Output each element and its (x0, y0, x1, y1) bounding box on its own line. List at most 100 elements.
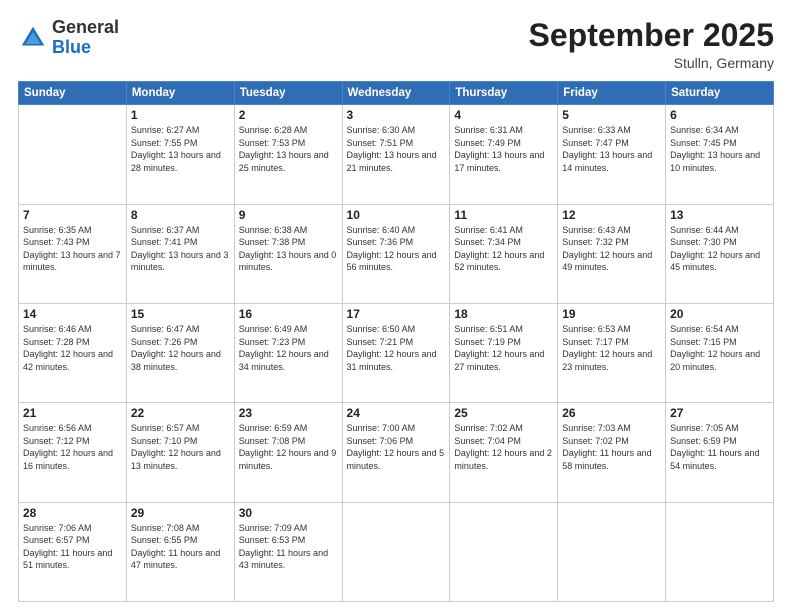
logo-blue: Blue (52, 37, 91, 57)
day-number: 13 (670, 208, 769, 222)
calendar-cell: 25 Sunrise: 7:02 AMSunset: 7:04 PMDayligh… (450, 403, 558, 502)
calendar-week-row-1: 1 Sunrise: 6:27 AMSunset: 7:55 PMDaylight… (19, 105, 774, 204)
day-info: Sunrise: 6:37 AMSunset: 7:41 PMDaylight:… (131, 224, 230, 274)
day-number: 18 (454, 307, 553, 321)
day-info: Sunrise: 7:09 AMSunset: 6:53 PMDaylight:… (239, 522, 338, 572)
day-number: 3 (347, 108, 446, 122)
day-number: 24 (347, 406, 446, 420)
calendar-cell: 19 Sunrise: 6:53 AMSunset: 7:17 PMDayligh… (558, 303, 666, 402)
day-info: Sunrise: 6:41 AMSunset: 7:34 PMDaylight:… (454, 224, 553, 274)
calendar-table: Sunday Monday Tuesday Wednesday Thursday… (18, 81, 774, 602)
day-info: Sunrise: 6:57 AMSunset: 7:10 PMDaylight:… (131, 422, 230, 472)
day-info: Sunrise: 6:50 AMSunset: 7:21 PMDaylight:… (347, 323, 446, 373)
calendar-cell: 15Sunrise: 6:47 AMSunset: 7:26 PMDayligh… (126, 303, 234, 402)
calendar-cell: 26 Sunrise: 7:03 AMSunset: 7:02 PMDayligh… (558, 403, 666, 502)
calendar-week-row-5: 28Sunrise: 7:06 AMSunset: 6:57 PMDayligh… (19, 502, 774, 601)
calendar-week-row-2: 7Sunrise: 6:35 AMSunset: 7:43 PMDaylight… (19, 204, 774, 303)
day-number: 20 (670, 307, 769, 321)
calendar-cell: 20 Sunrise: 6:54 AMSunset: 7:15 PMDayligh… (666, 303, 774, 402)
calendar-cell (19, 105, 127, 204)
day-info: Sunrise: 6:33 AMSunset: 7:47 PMDaylight:… (562, 124, 661, 174)
day-info: Sunrise: 6:44 AMSunset: 7:30 PMDaylight:… (670, 224, 769, 274)
day-number: 22 (131, 406, 230, 420)
calendar-cell (450, 502, 558, 601)
calendar-cell: 14 Sunrise: 6:46 AMSunset: 7:28 PMDayligh… (19, 303, 127, 402)
calendar-cell: 8 Sunrise: 6:37 AMSunset: 7:41 PMDaylight… (126, 204, 234, 303)
logo-text: General Blue (52, 18, 119, 58)
day-info: Sunrise: 6:43 AMSunset: 7:32 PMDaylight:… (562, 224, 661, 274)
day-number: 14 (23, 307, 122, 321)
day-number: 11 (454, 208, 553, 222)
logo-general: General (52, 17, 119, 37)
calendar-cell: 17Sunrise: 6:50 AMSunset: 7:21 PMDayligh… (342, 303, 450, 402)
calendar-cell: 22 Sunrise: 6:57 AMSunset: 7:10 PMDayligh… (126, 403, 234, 502)
calendar-cell: 16 Sunrise: 6:49 AMSunset: 7:23 PMDayligh… (234, 303, 342, 402)
calendar-cell (558, 502, 666, 601)
day-info: Sunrise: 6:46 AMSunset: 7:28 PMDaylight:… (23, 323, 122, 373)
col-friday: Friday (558, 82, 666, 105)
calendar-cell: 1 Sunrise: 6:27 AMSunset: 7:55 PMDaylight… (126, 105, 234, 204)
day-number: 6 (670, 108, 769, 122)
day-number: 1 (131, 108, 230, 122)
page: General Blue September 2025 Stulln, Germ… (0, 0, 792, 612)
calendar-cell: 10 Sunrise: 6:40 AMSunset: 7:36 PMDayligh… (342, 204, 450, 303)
calendar-cell: 7Sunrise: 6:35 AMSunset: 7:43 PMDaylight… (19, 204, 127, 303)
calendar-cell: 4 Sunrise: 6:31 AMSunset: 7:49 PMDaylight… (450, 105, 558, 204)
day-info: Sunrise: 6:30 AMSunset: 7:51 PMDaylight:… (347, 124, 446, 174)
calendar-week-row-3: 14 Sunrise: 6:46 AMSunset: 7:28 PMDayligh… (19, 303, 774, 402)
day-number: 28 (23, 506, 122, 520)
day-info: Sunrise: 7:03 AMSunset: 7:02 PMDaylight:… (562, 422, 661, 472)
day-info: Sunrise: 6:40 AMSunset: 7:36 PMDaylight:… (347, 224, 446, 274)
calendar-cell (666, 502, 774, 601)
calendar-cell: 24 Sunrise: 7:00 AMSunset: 7:06 PMDayligh… (342, 403, 450, 502)
calendar-cell: 29Sunrise: 7:08 AMSunset: 6:55 PMDayligh… (126, 502, 234, 601)
calendar-cell: 5 Sunrise: 6:33 AMSunset: 7:47 PMDaylight… (558, 105, 666, 204)
day-number: 25 (454, 406, 553, 420)
day-info: Sunrise: 6:27 AMSunset: 7:55 PMDaylight:… (131, 124, 230, 174)
day-number: 9 (239, 208, 338, 222)
title-block: September 2025 Stulln, Germany (529, 18, 774, 71)
day-number: 10 (347, 208, 446, 222)
calendar-cell: 18 Sunrise: 6:51 AMSunset: 7:19 PMDayligh… (450, 303, 558, 402)
header: General Blue September 2025 Stulln, Germ… (18, 18, 774, 71)
calendar-cell (342, 502, 450, 601)
calendar-cell: 28Sunrise: 7:06 AMSunset: 6:57 PMDayligh… (19, 502, 127, 601)
calendar-cell: 11 Sunrise: 6:41 AMSunset: 7:34 PMDayligh… (450, 204, 558, 303)
location: Stulln, Germany (529, 55, 774, 71)
col-tuesday: Tuesday (234, 82, 342, 105)
day-number: 27 (670, 406, 769, 420)
day-info: Sunrise: 6:56 AMSunset: 7:12 PMDaylight:… (23, 422, 122, 472)
day-info: Sunrise: 6:47 AMSunset: 7:26 PMDaylight:… (131, 323, 230, 373)
day-number: 16 (239, 307, 338, 321)
col-wednesday: Wednesday (342, 82, 450, 105)
calendar-cell: 27 Sunrise: 7:05 AMSunset: 6:59 PMDayligh… (666, 403, 774, 502)
logo-icon (18, 23, 48, 53)
day-info: Sunrise: 6:34 AMSunset: 7:45 PMDaylight:… (670, 124, 769, 174)
day-info: Sunrise: 7:02 AMSunset: 7:04 PMDaylight:… (454, 422, 553, 472)
day-info: Sunrise: 6:51 AMSunset: 7:19 PMDaylight:… (454, 323, 553, 373)
day-number: 8 (131, 208, 230, 222)
calendar-cell: 3 Sunrise: 6:30 AMSunset: 7:51 PMDaylight… (342, 105, 450, 204)
col-monday: Monday (126, 82, 234, 105)
day-info: Sunrise: 6:54 AMSunset: 7:15 PMDaylight:… (670, 323, 769, 373)
day-number: 5 (562, 108, 661, 122)
calendar-cell: 6 Sunrise: 6:34 AMSunset: 7:45 PMDaylight… (666, 105, 774, 204)
day-info: Sunrise: 6:28 AMSunset: 7:53 PMDaylight:… (239, 124, 338, 174)
calendar-cell: 9Sunrise: 6:38 AMSunset: 7:38 PMDaylight… (234, 204, 342, 303)
day-info: Sunrise: 7:05 AMSunset: 6:59 PMDaylight:… (670, 422, 769, 472)
day-number: 19 (562, 307, 661, 321)
day-number: 29 (131, 506, 230, 520)
day-info: Sunrise: 6:31 AMSunset: 7:49 PMDaylight:… (454, 124, 553, 174)
day-info: Sunrise: 6:59 AMSunset: 7:08 PMDaylight:… (239, 422, 338, 472)
calendar-cell: 23Sunrise: 6:59 AMSunset: 7:08 PMDayligh… (234, 403, 342, 502)
day-number: 26 (562, 406, 661, 420)
calendar-cell: 21Sunrise: 6:56 AMSunset: 7:12 PMDayligh… (19, 403, 127, 502)
day-info: Sunrise: 6:49 AMSunset: 7:23 PMDaylight:… (239, 323, 338, 373)
day-number: 12 (562, 208, 661, 222)
month-title: September 2025 (529, 18, 774, 53)
day-info: Sunrise: 7:00 AMSunset: 7:06 PMDaylight:… (347, 422, 446, 472)
day-number: 4 (454, 108, 553, 122)
calendar-cell: 13 Sunrise: 6:44 AMSunset: 7:30 PMDayligh… (666, 204, 774, 303)
calendar-cell: 2Sunrise: 6:28 AMSunset: 7:53 PMDaylight… (234, 105, 342, 204)
day-info: Sunrise: 6:53 AMSunset: 7:17 PMDaylight:… (562, 323, 661, 373)
